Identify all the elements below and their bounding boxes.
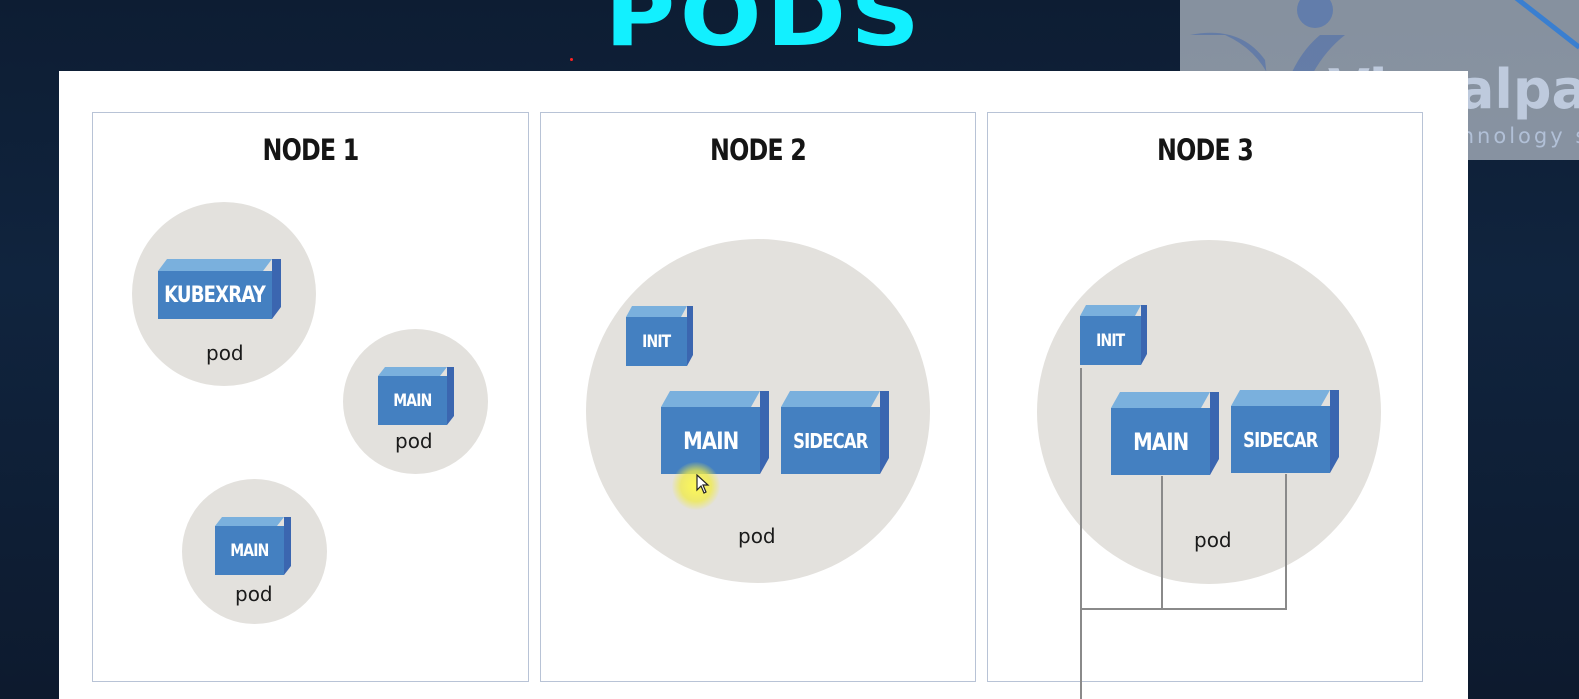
pod-multi-container: INIT MAIN SIDECAR pod: [1037, 240, 1381, 584]
connector-line: [1080, 368, 1082, 699]
laser-pointer-dot: [570, 58, 573, 61]
diagram-canvas: NODE 1 KUBEXRAY pod MAIN pod MAIN pod NO…: [59, 71, 1468, 699]
connector-line: [1080, 608, 1287, 610]
connector-line: [1161, 476, 1163, 609]
container-init: INIT: [1080, 305, 1147, 365]
connector-line: [1285, 474, 1287, 609]
container-sidecar: SIDECAR: [781, 391, 889, 474]
pod-label: pod: [395, 429, 433, 453]
container-label: INIT: [642, 331, 671, 352]
node-title: NODE 3: [1156, 133, 1254, 167]
container-label: INIT: [1096, 330, 1125, 351]
node-2: NODE 2 INIT MAIN SIDECAR pod: [540, 112, 976, 682]
container-label: SIDECAR: [1243, 427, 1318, 452]
container-label: MAIN: [1132, 427, 1189, 456]
pod-label: pod: [1194, 528, 1232, 552]
pod-label: pod: [235, 582, 273, 606]
container-label: SIDECAR: [793, 428, 868, 453]
container-main: MAIN: [1111, 392, 1219, 475]
watermark-accent-line: [1506, 0, 1579, 50]
container-label: MAIN: [393, 390, 432, 411]
pod-main-1: MAIN pod: [343, 329, 488, 474]
node-3: NODE 3 INIT MAIN SIDECAR pod: [987, 112, 1423, 682]
container-kubexray: KUBEXRAY: [158, 259, 281, 319]
container-sidecar: SIDECAR: [1231, 390, 1339, 473]
container-init: INIT: [626, 306, 693, 366]
pod-main-2: MAIN pod: [182, 479, 327, 624]
container-label: KUBEXRAY: [164, 282, 267, 308]
pod-multi-container: INIT MAIN SIDECAR pod: [586, 239, 930, 583]
container-label: MAIN: [230, 540, 269, 561]
container-main: MAIN: [215, 517, 291, 575]
mouse-cursor-icon: [696, 474, 710, 494]
node-title: NODE 1: [262, 133, 359, 167]
pod-label: pod: [738, 524, 776, 548]
pod-label: pod: [206, 341, 244, 365]
node-title: NODE 2: [709, 133, 807, 167]
container-main: MAIN: [378, 367, 454, 425]
pod-kubexray: KUBEXRAY pod: [132, 202, 316, 386]
container-main: MAIN: [661, 391, 769, 474]
node-1: NODE 1 KUBEXRAY pod MAIN pod MAIN pod: [92, 112, 529, 682]
container-label: MAIN: [682, 426, 739, 455]
